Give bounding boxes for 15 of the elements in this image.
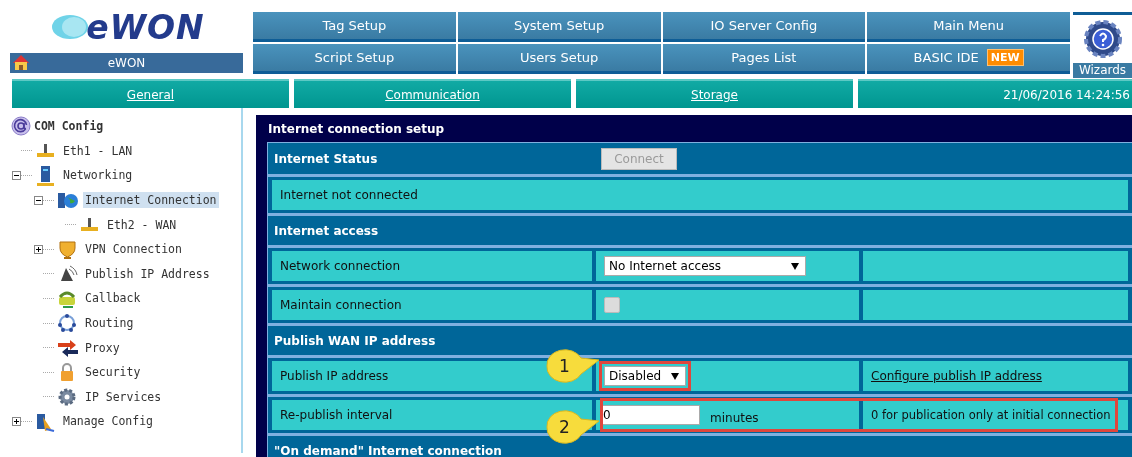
- status-cell: Internet not connected: [272, 180, 1128, 210]
- ewon-logo: eWON: [48, 9, 205, 45]
- new-badge: NEW: [986, 49, 1024, 66]
- panel-title: Internet connection setup: [267, 120, 446, 138]
- section-heading: Publish WAN IP address: [274, 333, 437, 348]
- section-heading: Internet access: [274, 223, 380, 238]
- field-label: Network connection: [272, 251, 592, 281]
- unit-label: minutes: [710, 411, 759, 425]
- hint-text: 0 for publication only at initial connection: [871, 408, 1111, 422]
- callout-tooltip: 2: [543, 409, 601, 445]
- section-heading: "On demand" Internet connection: [274, 443, 503, 457]
- section-heading: Internet Status: [274, 151, 379, 166]
- callout-tooltip: 1: [543, 348, 601, 384]
- date-time: 21/06/2016 14:24:56: [858, 79, 1132, 108]
- field-label: Maintain connection: [272, 290, 592, 320]
